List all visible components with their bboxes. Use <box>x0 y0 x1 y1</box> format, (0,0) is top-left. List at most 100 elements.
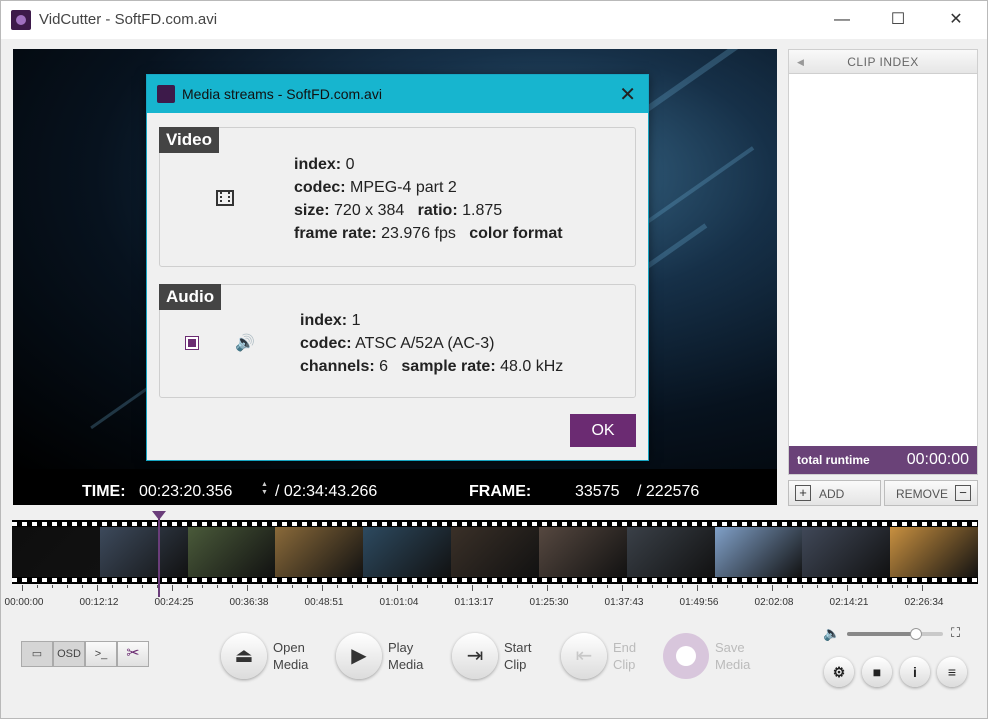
ruler-minor-tick <box>382 585 383 588</box>
audio-stream-group: Audio 🔊 index: 1 codec: ATSC A/52A (AC-3… <box>159 284 636 398</box>
speaker-icon[interactable]: 🔈 <box>823 625 840 642</box>
ruler-minor-tick <box>682 585 683 588</box>
maximize-button[interactable]: ☐ <box>875 7 921 33</box>
speaker-icon: 🔊 <box>235 335 255 352</box>
dialog-title: Media streams - SoftFD.com.avi <box>182 86 382 102</box>
ruler-minor-tick <box>592 585 593 588</box>
ruler-minor-tick <box>442 585 443 588</box>
time-display: TIME: 00:23:20.356 ▲ ▼ / 02:34:43.266 FRA… <box>13 477 777 505</box>
volume-knob[interactable] <box>910 628 923 640</box>
cut-mode-scissors-icon[interactable]: ✂ <box>117 641 149 667</box>
ruler-minor-tick <box>412 585 413 588</box>
video-framerate: 23.976 fps <box>381 225 456 242</box>
ruler-minor-tick <box>727 585 728 588</box>
ok-button[interactable]: OK <box>570 414 636 447</box>
ruler-tick <box>622 585 623 591</box>
frame-value-input[interactable]: 33575 <box>575 483 620 501</box>
ruler-label: 02:02:08 <box>754 597 794 608</box>
video-index: 0 <box>345 156 355 173</box>
ruler-tick <box>322 585 323 591</box>
audio-stream-checkbox[interactable] <box>185 336 199 350</box>
ruler-label: 01:13:17 <box>454 597 494 608</box>
ruler-minor-tick <box>37 585 38 588</box>
ruler-tick <box>922 585 923 591</box>
window-title: VidCutter - SoftFD.com.avi <box>39 11 218 28</box>
timeline-thumbnail <box>890 527 978 577</box>
time-spinner-icon[interactable]: ▲ ▼ <box>261 481 269 497</box>
close-button[interactable]: ✕ <box>933 7 979 33</box>
fullscreen-icon[interactable]: ⛶ <box>951 625 960 641</box>
ruler-minor-tick <box>502 585 503 588</box>
ruler-tick <box>97 585 98 591</box>
console-toggle[interactable]: >_ <box>85 641 117 667</box>
remove-clip-button[interactable]: REMOVE − <box>884 480 978 506</box>
start-clip-button[interactable]: ⇥ Start Clip <box>452 633 572 681</box>
film-icon <box>216 190 234 206</box>
ruler-minor-tick <box>157 585 158 588</box>
audio-channels: 6 <box>379 358 389 375</box>
about-info-icon[interactable]: i <box>900 657 930 687</box>
ruler-minor-tick <box>352 585 353 588</box>
total-runtime-bar: total runtime 00:00:00 <box>789 446 977 474</box>
ruler-label: 02:14:21 <box>829 597 869 608</box>
volume-control: 🔈 ⛶ <box>823 625 973 643</box>
ruler-label: 01:25:30 <box>529 597 569 608</box>
dialog-close-button[interactable]: ✕ <box>619 82 636 107</box>
thumbnails-toggle[interactable]: ▭ <box>21 641 53 667</box>
ruler-label: 01:37:43 <box>604 597 644 608</box>
minimize-button[interactable]: — <box>819 7 865 33</box>
runtime-value: 00:00:00 <box>906 451 969 468</box>
ruler-minor-tick <box>367 585 368 588</box>
ruler-minor-tick <box>187 585 188 588</box>
plus-icon: + <box>795 485 811 501</box>
video-size: 720 x 384 <box>334 202 405 219</box>
ruler-minor-tick <box>712 585 713 588</box>
clip-index-panel: ◀ CLIP INDEX total runtime 00:00:00 <box>788 49 978 475</box>
add-clip-button[interactable]: + ADD <box>788 480 881 506</box>
audio-index: 1 <box>351 312 361 329</box>
media-info-camera-icon[interactable]: ■ <box>862 657 892 687</box>
ruler-minor-tick <box>232 585 233 588</box>
end-clip-icon: ⇤ <box>561 633 607 679</box>
timeline-thumbnail <box>802 527 892 577</box>
menu-list-icon[interactable]: ≡ <box>937 657 967 687</box>
ruler-minor-tick <box>877 585 878 588</box>
ruler-label: 02:26:34 <box>904 597 944 608</box>
timeline-thumbnail <box>187 527 277 577</box>
play-icon: ▶ <box>336 633 382 679</box>
settings-gear-icon[interactable]: ⚙ <box>824 657 854 687</box>
ruler-minor-tick <box>127 585 128 588</box>
ruler-minor-tick <box>307 585 308 588</box>
ruler-minor-tick <box>562 585 563 588</box>
volume-slider[interactable] <box>847 628 943 640</box>
osd-toggle[interactable]: OSD <box>53 641 85 667</box>
ruler-tick <box>397 585 398 591</box>
frame-label: FRAME: <box>469 483 532 500</box>
clip-index-header: ◀ CLIP INDEX <box>789 50 977 74</box>
collapse-arrow-icon[interactable]: ◀ <box>797 50 804 74</box>
ruler-tick <box>247 585 248 591</box>
ruler-minor-tick <box>457 585 458 588</box>
ruler-minor-tick <box>52 585 53 588</box>
timeline-thumbnail <box>12 527 101 577</box>
ruler-minor-tick <box>667 585 668 588</box>
time-value-input[interactable]: 00:23:20.356 <box>139 483 232 501</box>
save-media-button[interactable]: Save Media <box>663 633 783 681</box>
ruler-tick <box>847 585 848 591</box>
ruler-minor-tick <box>757 585 758 588</box>
ruler-label: 01:01:04 <box>379 597 419 608</box>
view-toggles: ▭ OSD >_ ✂ <box>21 641 149 667</box>
ruler-minor-tick <box>67 585 68 588</box>
open-media-button[interactable]: ⏏ Open Media <box>221 633 341 681</box>
title-bar: VidCutter - SoftFD.com.avi — ☐ ✕ <box>1 1 987 39</box>
ruler-label: 00:00:00 <box>4 597 44 608</box>
ruler-minor-tick <box>517 585 518 588</box>
ruler-minor-tick <box>427 585 428 588</box>
play-media-button[interactable]: ▶ Play Media <box>336 633 456 681</box>
timeline-thumbnail <box>99 527 189 577</box>
audio-codec: ATSC A/52A (AC-3) <box>355 335 495 352</box>
ruler-minor-tick <box>337 585 338 588</box>
runtime-label: total runtime <box>797 453 870 467</box>
duration-value: / 02:34:43.266 <box>275 483 378 500</box>
audio-group-header: Audio <box>159 284 222 310</box>
